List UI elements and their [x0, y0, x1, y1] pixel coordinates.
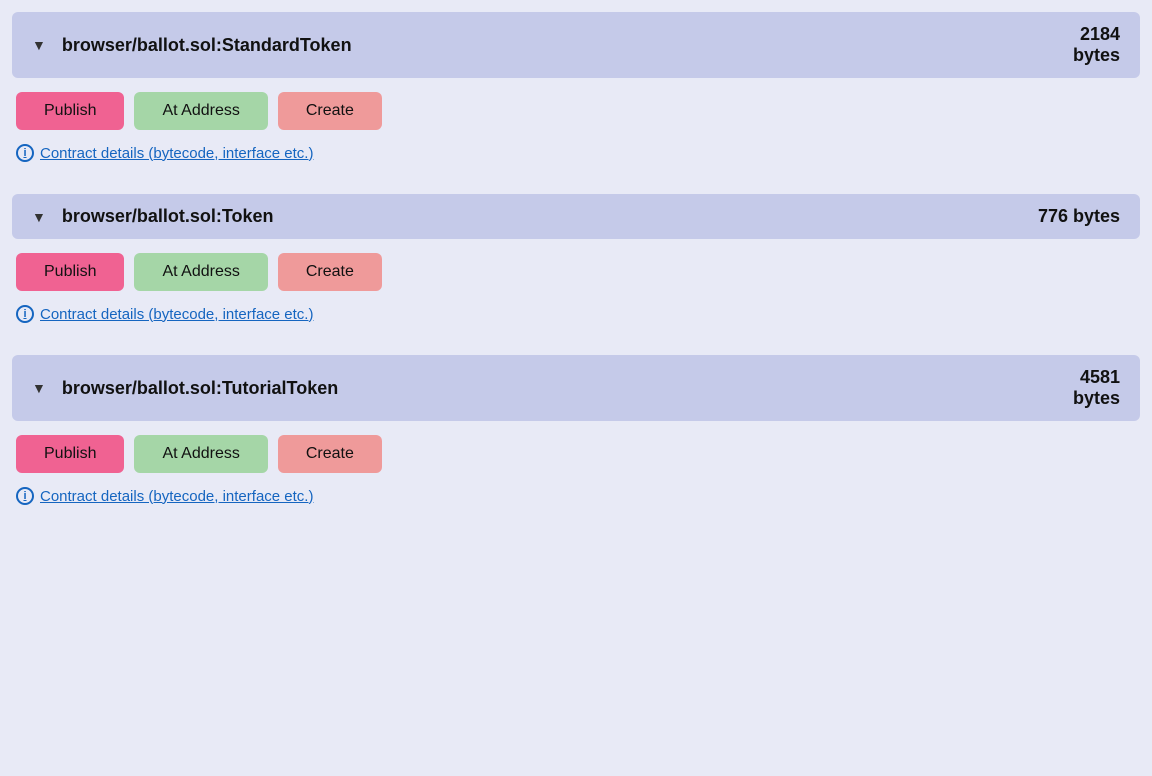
- info-icon-standard-token: i: [16, 144, 34, 162]
- contract-header-left-token: ▼ browser/ballot.sol:Token: [32, 206, 274, 227]
- at-address-button-standard-token[interactable]: At Address: [134, 92, 267, 130]
- contract-header-standard-token: ▼ browser/ballot.sol:StandardToken 2184b…: [12, 12, 1140, 78]
- contract-details-text-token: Contract details (bytecode, interface et…: [40, 306, 313, 323]
- create-button-standard-token[interactable]: Create: [278, 92, 382, 130]
- create-button-tutorial-token[interactable]: Create: [278, 435, 382, 473]
- contract-name-standard-token: browser/ballot.sol:StandardToken: [62, 35, 352, 56]
- chevron-icon-token[interactable]: ▼: [32, 209, 46, 225]
- at-address-button-token[interactable]: At Address: [134, 253, 267, 291]
- contract-actions-tutorial-token: Publish At Address Create: [12, 435, 1140, 487]
- contract-actions-standard-token: Publish At Address Create: [12, 92, 1140, 144]
- contract-details-text-standard-token: Contract details (bytecode, interface et…: [40, 145, 313, 162]
- contract-header-left-standard-token: ▼ browser/ballot.sol:StandardToken: [32, 35, 352, 56]
- contract-details-text-tutorial-token: Contract details (bytecode, interface et…: [40, 488, 313, 505]
- contract-details-link-token[interactable]: i Contract details (bytecode, interface …: [12, 305, 1140, 339]
- create-button-token[interactable]: Create: [278, 253, 382, 291]
- contract-header-tutorial-token: ▼ browser/ballot.sol:TutorialToken 4581b…: [12, 355, 1140, 421]
- publish-button-standard-token[interactable]: Publish: [16, 92, 124, 130]
- publish-button-tutorial-token[interactable]: Publish: [16, 435, 124, 473]
- contract-actions-token: Publish At Address Create: [12, 253, 1140, 305]
- contract-block-token: ▼ browser/ballot.sol:Token 776 bytes Pub…: [12, 194, 1140, 339]
- contract-details-link-standard-token[interactable]: i Contract details (bytecode, interface …: [12, 144, 1140, 178]
- contract-details-link-tutorial-token[interactable]: i Contract details (bytecode, interface …: [12, 487, 1140, 521]
- contract-block-tutorial-token: ▼ browser/ballot.sol:TutorialToken 4581b…: [12, 355, 1140, 521]
- info-icon-tutorial-token: i: [16, 487, 34, 505]
- publish-button-token[interactable]: Publish: [16, 253, 124, 291]
- at-address-button-tutorial-token[interactable]: At Address: [134, 435, 267, 473]
- contract-size-tutorial-token: 4581bytes: [1073, 367, 1120, 409]
- contract-name-token: browser/ballot.sol:Token: [62, 206, 274, 227]
- contract-header-token: ▼ browser/ballot.sol:Token 776 bytes: [12, 194, 1140, 239]
- info-icon-token: i: [16, 305, 34, 323]
- chevron-icon-standard-token[interactable]: ▼: [32, 37, 46, 53]
- contract-size-token: 776 bytes: [1038, 206, 1120, 227]
- chevron-icon-tutorial-token[interactable]: ▼: [32, 380, 46, 396]
- contract-size-standard-token: 2184bytes: [1073, 24, 1120, 66]
- contract-header-left-tutorial-token: ▼ browser/ballot.sol:TutorialToken: [32, 378, 338, 399]
- contract-block-standard-token: ▼ browser/ballot.sol:StandardToken 2184b…: [12, 12, 1140, 178]
- contract-name-tutorial-token: browser/ballot.sol:TutorialToken: [62, 378, 338, 399]
